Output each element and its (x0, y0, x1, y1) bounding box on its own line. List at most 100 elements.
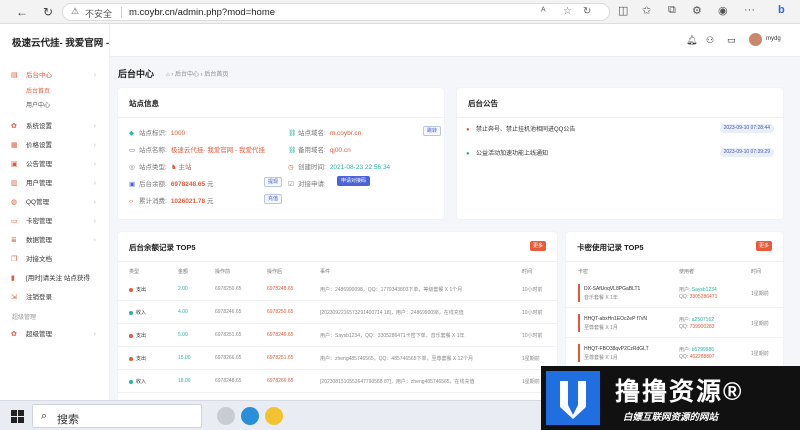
taskbar-search[interactable]: ⌕ 搜索 (32, 404, 202, 428)
username[interactable]: mydg (766, 36, 781, 42)
table-row: 支出 15.00 6978266.65 6978251.65 用户：zheng4… (118, 347, 557, 370)
sidebar-item-super-admin[interactable]: ✿ 超级管理 › (0, 325, 110, 344)
status-dot (129, 287, 133, 292)
sidebar-item-users[interactable]: ▥ 用户管理 › (0, 174, 110, 193)
status-dot (129, 356, 133, 361)
menu-section-caption: 超级管理 (12, 315, 37, 321)
breadcrumb-item[interactable]: 后台中心 (175, 72, 199, 78)
col-header: 操作后 (267, 269, 283, 275)
card-title: 卡密使用记录 TOP5 (577, 243, 644, 252)
bell-icon[interactable]: 🔔︎ (686, 35, 697, 46)
notice-date: 2023-09-10 07:39:29 (719, 148, 774, 157)
table-row: DX-SAfUoqVL8PGaBLT1 音乐套餐 X 1年 用户: Saysb1… (566, 278, 783, 308)
notice-item[interactable]: ● 公益活动加速功能上线通知 (466, 148, 548, 157)
bing-icon[interactable]: b (778, 4, 785, 16)
chat-icon: ● (466, 151, 470, 157)
topup-button[interactable]: 充值 (264, 194, 283, 204)
warning-icon: ⚠ (71, 6, 80, 16)
home-icon[interactable]: ⌂ (166, 72, 170, 78)
qq-app-icon[interactable] (265, 407, 283, 425)
refresh-page-icon[interactable]: ↻ (583, 6, 591, 17)
windows-start-icon[interactable] (11, 410, 24, 423)
chevron-right-icon: › (93, 180, 96, 187)
jump-button[interactable]: 跳转 (423, 126, 442, 136)
lock-icon: ◎ (129, 164, 135, 171)
back-icon[interactable]: ← (14, 4, 30, 20)
watermark-title: 撸撸资源® (615, 378, 744, 406)
extension-icon[interactable]: ⚙ (692, 4, 702, 17)
sidebar-item-docs[interactable]: ❐ 对接文档 (0, 250, 110, 269)
site-name-row: ▭ 站点名称: 极速云代挂- 我爱官网 - 我爱代挂 (129, 147, 266, 154)
card-title: 后台余额记录 TOP5 (129, 243, 196, 252)
col-header: 时间 (751, 269, 762, 275)
apply-code-button[interactable]: 申请对接码 (337, 176, 371, 186)
address-bar[interactable]: ⚠ 不安全 m.coybr.cn/admin.php?mod=home ᴬ ☆ … (62, 3, 610, 21)
col-header: 类型 (129, 269, 140, 275)
breadcrumb-item: 后台首页 (204, 72, 229, 78)
sidebar-item-logout[interactable]: ⇲ 注销登录 (0, 288, 110, 307)
notice-date: 2023-09-10 07:28:44 (719, 124, 774, 133)
table-row: 收入 18.00 6978248.65 6978266.65 [20230815… (118, 370, 557, 393)
gear-icon: ✿ (11, 123, 17, 130)
profile-icon[interactable]: ◉ (718, 4, 728, 17)
site-type-row: ◎ 站点类型: ♞ 主站 (129, 164, 192, 171)
sidebar-sub-user-center[interactable]: 用户中心 (0, 99, 110, 113)
notice-icon: ▣ (11, 161, 18, 168)
check-icon: ☑ (288, 181, 294, 188)
sidebar-item-notice[interactable]: ▣ 公告管理 › (0, 155, 110, 174)
more-button[interactable]: 更多 (530, 241, 546, 251)
balance-row: ▣ 后台余额: 6978248.65 元 (129, 181, 214, 188)
code-icon: ‹› (129, 198, 134, 205)
site-id-row: ◆ 站点标识: 1000 (129, 130, 186, 137)
data-icon: ≣ (11, 237, 17, 244)
col-header: 时间 (522, 269, 533, 275)
page-title: 后台中心 (118, 69, 155, 79)
notice-card: 后台公告 ● 禁止奔号、禁止挂机池相同进QQ公告 2023-09-10 07:28… (457, 88, 783, 219)
table-row: HHQT-abxHn1EOc2eP f7vN 至尊套餐 X 1月 用户: a25… (566, 308, 783, 338)
avatar[interactable] (749, 33, 762, 46)
star-icon[interactable]: ☆ (563, 6, 572, 17)
edge-icon[interactable] (241, 407, 259, 425)
url-text[interactable]: m.coybr.cn/admin.php?mod=home (129, 7, 275, 18)
users-icon[interactable]: ⚇ (706, 35, 714, 46)
card-title: 站点信息 (129, 99, 159, 108)
tag-icon: ◆ (129, 130, 134, 137)
notice-item[interactable]: ● 禁止奔号、禁止挂机池相同进QQ公告 (466, 124, 575, 133)
sidebar-item-cards[interactable]: ▭ 卡密管理 › (0, 212, 110, 231)
chevron-right-icon: › (93, 123, 96, 130)
logout-icon: ⇲ (11, 294, 17, 301)
card-icon[interactable]: ▭ (727, 35, 736, 46)
chevron-right-icon: › (93, 199, 96, 206)
chevron-right-icon: › (93, 237, 96, 244)
admin-app: 极速云代挂- 我爱官网 - 我 ▤ 后台中心 › 后台首页 用户中心 ✿ 系统设… (0, 24, 800, 400)
task-view-icon[interactable] (217, 407, 235, 425)
sidebar-sub-home[interactable]: 后台首页 (0, 85, 110, 99)
sidebar-item-timer[interactable]: ▮ [用时]请关注 站点获得 (0, 269, 110, 288)
chat-icon: ● (466, 127, 470, 133)
more-button[interactable]: 更多 (756, 241, 772, 251)
col-header: 金额 (178, 269, 189, 275)
clock-icon: ◷ (288, 164, 294, 171)
split-screen-icon[interactable]: ◫ (618, 4, 628, 17)
sidebar-item-qq[interactable]: ◍ QQ管理 › (0, 193, 110, 212)
recharge-button[interactable]: 提现 (264, 177, 283, 187)
refresh-icon[interactable]: ↻ (40, 4, 56, 20)
col-header: 事件 (320, 269, 331, 275)
sidebar-item-dashboard[interactable]: ▤ 后台中心 › (0, 66, 110, 85)
more-icon[interactable]: ··· (744, 4, 755, 16)
status-dot (129, 379, 133, 384)
browser-toolbar: ← ↻ ⚠ 不安全 m.coybr.cn/admin.php?mod=home … (0, 0, 800, 24)
sidebar-item-data[interactable]: ≣ 数据管理 › (0, 231, 110, 250)
status-dot (129, 310, 133, 315)
status-dot (129, 333, 133, 338)
brand-title: 极速云代挂- 我爱官网 - 我 (12, 38, 112, 49)
home-icon: ▤ (11, 72, 18, 79)
favorites-icon[interactable]: ✩ (642, 4, 651, 17)
card-title: 后台公告 (468, 99, 498, 108)
sidebar-item-settings[interactable]: ✿ 系统设置 › (0, 117, 110, 136)
read-aloud-icon[interactable]: ᴬ (541, 6, 546, 17)
search-icon: ⌕ (41, 410, 48, 422)
collections-icon[interactable]: ⧉ (668, 4, 676, 17)
sidebar-item-price[interactable]: ▦ 价格设置 › (0, 136, 110, 155)
col-header: 使用者 (679, 269, 695, 275)
